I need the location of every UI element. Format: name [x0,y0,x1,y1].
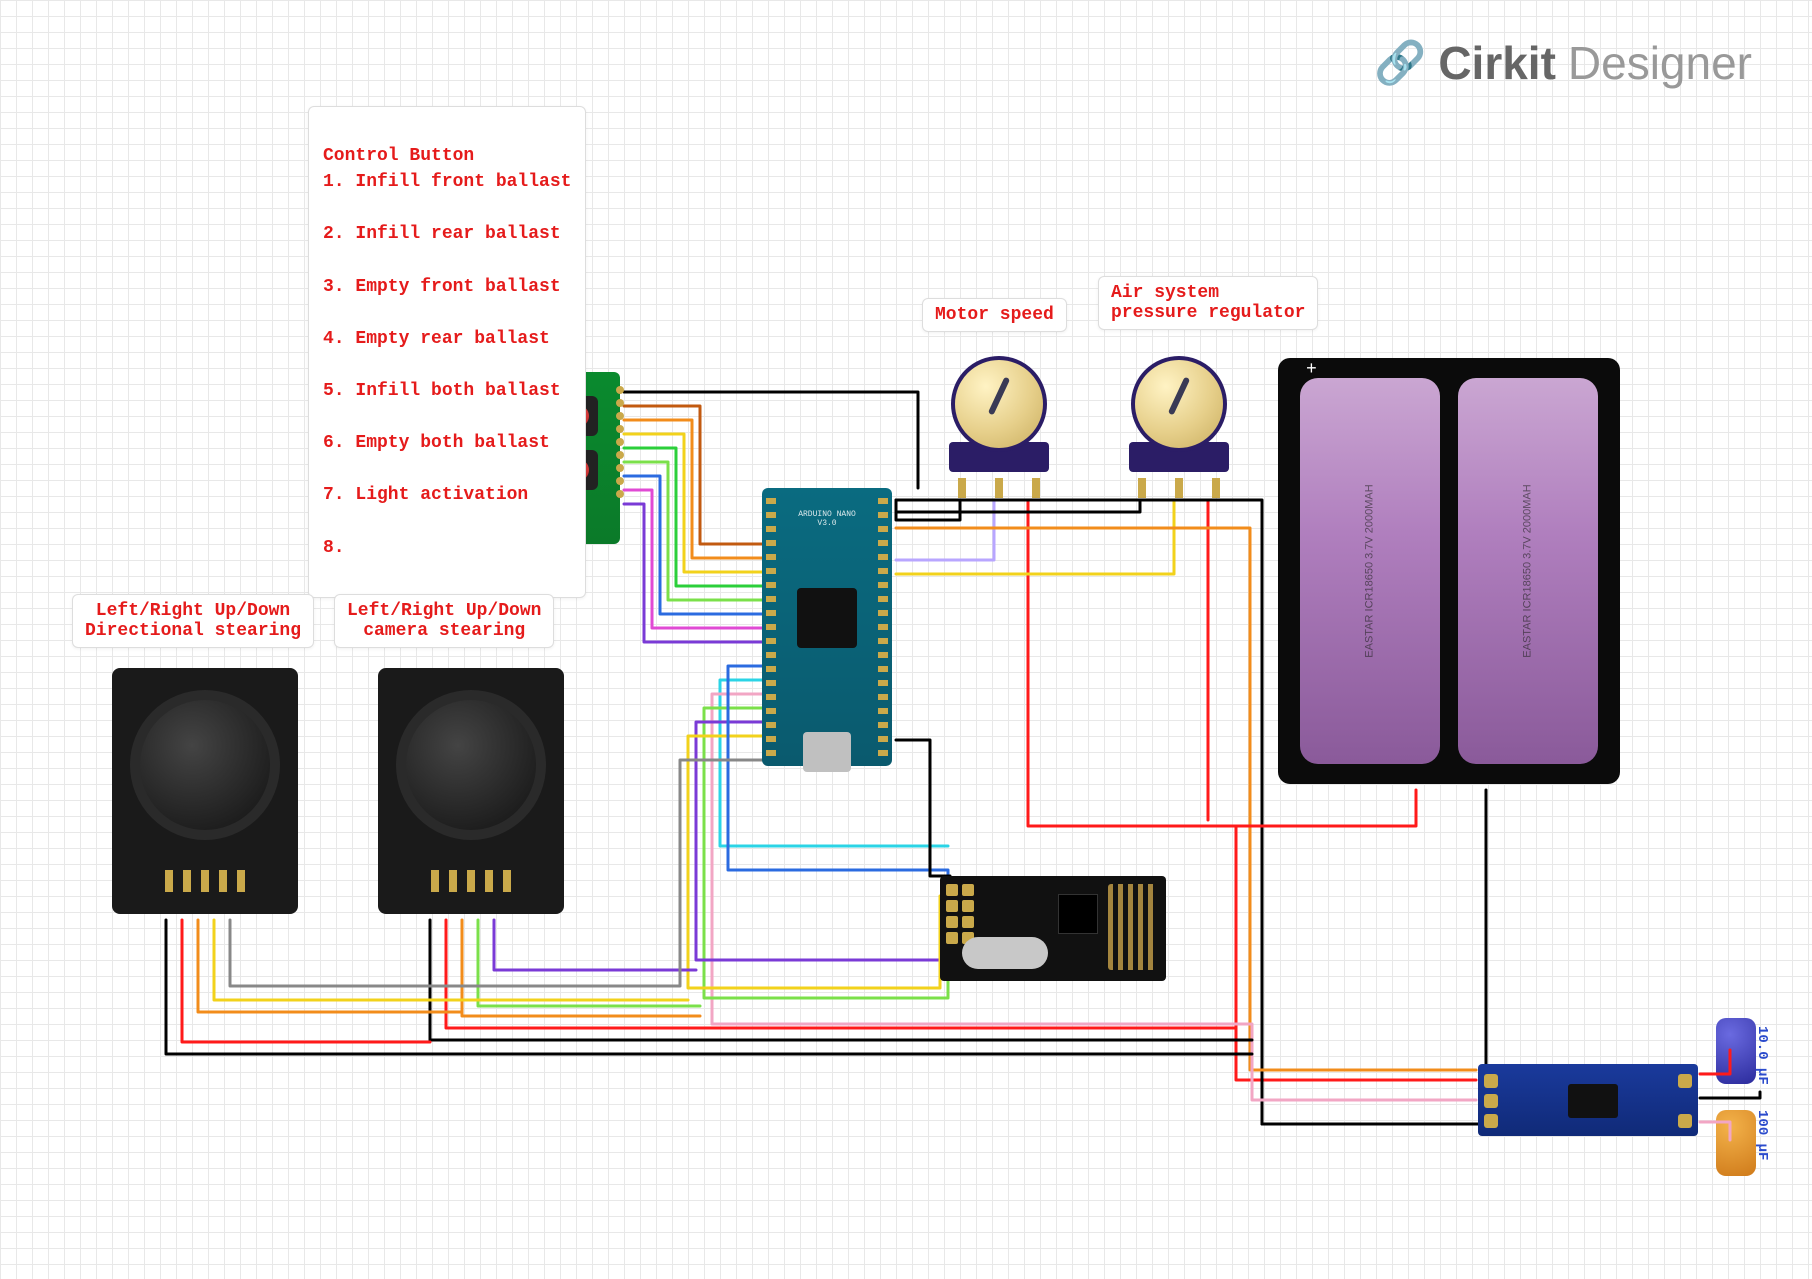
app-logo: 🔗 Cirkit Designer [1374,36,1752,90]
component-arduino-nano[interactable]: ARDUINO NANOV3.0 [762,488,892,766]
joystick-pins [112,870,298,892]
logo-text-light: Designer [1568,36,1752,90]
annotation-pot-motor-speed[interactable]: Motor speed [922,298,1067,332]
annotation-control-button[interactable]: Control Button 1. Infill front ballast 2… [308,106,586,598]
pot-knob[interactable] [1131,356,1227,452]
annotation-line-1: 1. Infill front ballast [323,169,571,195]
annotation-line-5: 5. Infill both ballast [323,378,571,404]
component-battery-holder[interactable]: + EASTAR ICR18650 3.7V 2000MAH EASTAR IC… [1278,358,1620,784]
component-nrf24[interactable] [940,876,1166,981]
component-voltage-regulator[interactable] [1478,1064,1698,1136]
component-joystick-right[interactable] [378,668,564,914]
nrf-header [946,884,974,944]
annotation-joystick-left[interactable]: Left/Right Up/Down Directional stearing [72,594,314,648]
annotation-joystick-right[interactable]: Left/Right Up/Down camera stearing [334,594,554,648]
nano-label: ARDUINO NANOV3.0 [798,510,856,528]
regulator-ic [1568,1084,1618,1118]
component-pot-air-pressure[interactable] [1124,356,1234,476]
annotation-line-8: 8. [323,535,571,561]
nrf-ic [1058,894,1098,934]
nano-mcu-chip [797,588,857,648]
joystick-stick[interactable] [130,690,280,840]
annotation-line-6: 6. Empty both ballast [323,430,571,456]
joystick-stick[interactable] [396,690,546,840]
annotation-title: Control Button [323,146,474,166]
annotation-line-7: 7. Light activation [323,482,571,508]
nrf-crystal [962,937,1048,969]
annotation-line-3: 3. Empty front ballast [323,274,571,300]
capacitor-values-label: 10.0 µF 100 µF [1754,1026,1770,1160]
battery-cell: EASTAR ICR18650 3.7V 2000MAH [1458,378,1598,764]
component-pot-motor-speed[interactable] [944,356,1054,476]
component-capacitor-10uF[interactable] [1716,1018,1756,1084]
annotation-line-2: 2. Infill rear ballast [323,221,571,247]
logo-icon: 🔗 [1374,39,1426,88]
annotation-line-4: 4. Empty rear ballast [323,326,571,352]
battery-terminal-plus: + [1306,360,1317,380]
nano-usb-port [803,732,851,772]
logo-text-bold: Cirkit [1438,36,1556,90]
component-capacitor-100uF[interactable] [1716,1110,1756,1176]
button-board-pins [616,386,624,498]
joystick-pins [378,870,564,892]
nrf-antenna [1108,884,1156,970]
annotation-pot-air-pressure[interactable]: Air system pressure regulator [1098,276,1318,330]
pot-knob[interactable] [951,356,1047,452]
battery-cell: EASTAR ICR18650 3.7V 2000MAH [1300,378,1440,764]
component-joystick-left[interactable] [112,668,298,914]
